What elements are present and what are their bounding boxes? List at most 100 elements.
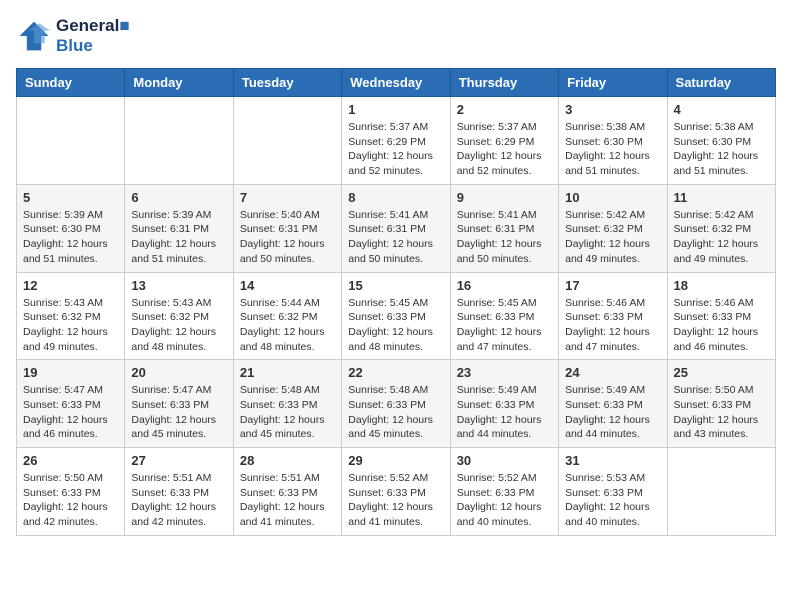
calendar-cell: 16 Sunrise: 5:45 AM Sunset: 6:33 PM Dayli… xyxy=(450,272,558,360)
day-info: Sunrise: 5:46 AM Sunset: 6:33 PM Dayligh… xyxy=(674,296,769,355)
day-info: Sunrise: 5:42 AM Sunset: 6:32 PM Dayligh… xyxy=(565,208,660,267)
page-header: General■ Blue xyxy=(16,16,776,56)
day-number: 22 xyxy=(348,365,443,380)
calendar-cell: 6 Sunrise: 5:39 AM Sunset: 6:31 PM Daylig… xyxy=(125,184,233,272)
day-number: 31 xyxy=(565,453,660,468)
calendar-week-row: 12 Sunrise: 5:43 AM Sunset: 6:32 PM Dayli… xyxy=(17,272,776,360)
day-number: 7 xyxy=(240,190,335,205)
calendar-cell: 4 Sunrise: 5:38 AM Sunset: 6:30 PM Daylig… xyxy=(667,97,775,185)
calendar-cell: 11 Sunrise: 5:42 AM Sunset: 6:32 PM Dayli… xyxy=(667,184,775,272)
day-info: Sunrise: 5:41 AM Sunset: 6:31 PM Dayligh… xyxy=(457,208,552,267)
day-info: Sunrise: 5:47 AM Sunset: 6:33 PM Dayligh… xyxy=(131,383,226,442)
calendar-cell: 26 Sunrise: 5:50 AM Sunset: 6:33 PM Dayli… xyxy=(17,448,125,536)
day-info: Sunrise: 5:37 AM Sunset: 6:29 PM Dayligh… xyxy=(457,120,552,179)
day-info: Sunrise: 5:47 AM Sunset: 6:33 PM Dayligh… xyxy=(23,383,118,442)
calendar-cell: 22 Sunrise: 5:48 AM Sunset: 6:33 PM Dayli… xyxy=(342,360,450,448)
calendar-cell: 21 Sunrise: 5:48 AM Sunset: 6:33 PM Dayli… xyxy=(233,360,341,448)
calendar-table: SundayMondayTuesdayWednesdayThursdayFrid… xyxy=(16,68,776,536)
calendar-cell xyxy=(125,97,233,185)
day-number: 15 xyxy=(348,278,443,293)
day-number: 26 xyxy=(23,453,118,468)
calendar-cell: 17Sunrise: 5:46 AM Sunset: 6:33 PM Dayli… xyxy=(559,272,667,360)
day-info: Sunrise: 5:51 AM Sunset: 6:33 PM Dayligh… xyxy=(131,471,226,530)
calendar-cell: 12Sunrise: 5:43 AM Sunset: 6:32 PM Dayli… xyxy=(17,272,125,360)
day-info: Sunrise: 5:46 AM Sunset: 6:33 PM Dayligh… xyxy=(565,296,660,355)
calendar-header-row: SundayMondayTuesdayWednesdayThursdayFrid… xyxy=(17,69,776,97)
calendar-cell: 5 Sunrise: 5:39 AM Sunset: 6:30 PM Daylig… xyxy=(17,184,125,272)
calendar-cell: 23Sunrise: 5:49 AM Sunset: 6:33 PM Dayli… xyxy=(450,360,558,448)
day-info: Sunrise: 5:38 AM Sunset: 6:30 PM Dayligh… xyxy=(565,120,660,179)
day-number: 19 xyxy=(23,365,118,380)
day-number: 12 xyxy=(23,278,118,293)
calendar-cell: 10 Sunrise: 5:42 AM Sunset: 6:32 PM Dayli… xyxy=(559,184,667,272)
day-info: Sunrise: 5:50 AM Sunset: 6:33 PM Dayligh… xyxy=(674,383,769,442)
logo: General■ Blue xyxy=(16,16,130,56)
day-number: 2 xyxy=(457,102,552,117)
day-number: 6 xyxy=(131,190,226,205)
day-info: Sunrise: 5:39 AM Sunset: 6:31 PM Dayligh… xyxy=(131,208,226,267)
day-number: 13 xyxy=(131,278,226,293)
calendar-cell: 9 Sunrise: 5:41 AM Sunset: 6:31 PM Daylig… xyxy=(450,184,558,272)
day-info: Sunrise: 5:41 AM Sunset: 6:31 PM Dayligh… xyxy=(348,208,443,267)
calendar-cell: 24 Sunrise: 5:49 AM Sunset: 6:33 PM Dayli… xyxy=(559,360,667,448)
day-number: 28 xyxy=(240,453,335,468)
day-number: 18 xyxy=(674,278,769,293)
day-number: 16 xyxy=(457,278,552,293)
day-info: Sunrise: 5:42 AM Sunset: 6:32 PM Dayligh… xyxy=(674,208,769,267)
calendar-cell: 28Sunrise: 5:51 AM Sunset: 6:33 PM Dayli… xyxy=(233,448,341,536)
calendar-cell: 19 Sunrise: 5:47 AM Sunset: 6:33 PM Dayli… xyxy=(17,360,125,448)
column-header-saturday: Saturday xyxy=(667,69,775,97)
calendar-week-row: 1 Sunrise: 5:37 AM Sunset: 6:29 PM Daylig… xyxy=(17,97,776,185)
calendar-cell: 31 Sunrise: 5:53 AM Sunset: 6:33 PM Dayli… xyxy=(559,448,667,536)
calendar-cell: 8 Sunrise: 5:41 AM Sunset: 6:31 PM Daylig… xyxy=(342,184,450,272)
calendar-week-row: 26 Sunrise: 5:50 AM Sunset: 6:33 PM Dayli… xyxy=(17,448,776,536)
day-info: Sunrise: 5:48 AM Sunset: 6:33 PM Dayligh… xyxy=(240,383,335,442)
column-header-thursday: Thursday xyxy=(450,69,558,97)
day-info: Sunrise: 5:39 AM Sunset: 6:30 PM Dayligh… xyxy=(23,208,118,267)
day-info: Sunrise: 5:38 AM Sunset: 6:30 PM Dayligh… xyxy=(674,120,769,179)
calendar-cell: 30 Sunrise: 5:52 AM Sunset: 6:33 PM Dayli… xyxy=(450,448,558,536)
column-header-friday: Friday xyxy=(559,69,667,97)
day-number: 29 xyxy=(348,453,443,468)
logo-text: General■ Blue xyxy=(56,16,130,56)
day-info: Sunrise: 5:50 AM Sunset: 6:33 PM Dayligh… xyxy=(23,471,118,530)
day-info: Sunrise: 5:44 AM Sunset: 6:32 PM Dayligh… xyxy=(240,296,335,355)
day-info: Sunrise: 5:49 AM Sunset: 6:33 PM Dayligh… xyxy=(457,383,552,442)
day-info: Sunrise: 5:52 AM Sunset: 6:33 PM Dayligh… xyxy=(457,471,552,530)
day-number: 10 xyxy=(565,190,660,205)
column-header-tuesday: Tuesday xyxy=(233,69,341,97)
calendar-cell xyxy=(17,97,125,185)
day-number: 30 xyxy=(457,453,552,468)
calendar-cell: 27Sunrise: 5:51 AM Sunset: 6:33 PM Dayli… xyxy=(125,448,233,536)
day-number: 11 xyxy=(674,190,769,205)
calendar-cell: 13 Sunrise: 5:43 AM Sunset: 6:32 PM Dayli… xyxy=(125,272,233,360)
day-info: Sunrise: 5:49 AM Sunset: 6:33 PM Dayligh… xyxy=(565,383,660,442)
calendar-cell: 3 Sunrise: 5:38 AM Sunset: 6:30 PM Daylig… xyxy=(559,97,667,185)
column-header-monday: Monday xyxy=(125,69,233,97)
calendar-cell: 29 Sunrise: 5:52 AM Sunset: 6:33 PM Dayli… xyxy=(342,448,450,536)
column-header-wednesday: Wednesday xyxy=(342,69,450,97)
day-number: 4 xyxy=(674,102,769,117)
calendar-cell: 20Sunrise: 5:47 AM Sunset: 6:33 PM Dayli… xyxy=(125,360,233,448)
day-info: Sunrise: 5:52 AM Sunset: 6:33 PM Dayligh… xyxy=(348,471,443,530)
day-number: 9 xyxy=(457,190,552,205)
day-number: 3 xyxy=(565,102,660,117)
calendar-cell: 25 Sunrise: 5:50 AM Sunset: 6:33 PM Dayli… xyxy=(667,360,775,448)
day-info: Sunrise: 5:48 AM Sunset: 6:33 PM Dayligh… xyxy=(348,383,443,442)
day-number: 25 xyxy=(674,365,769,380)
day-number: 8 xyxy=(348,190,443,205)
calendar-week-row: 19 Sunrise: 5:47 AM Sunset: 6:33 PM Dayli… xyxy=(17,360,776,448)
calendar-cell: 18 Sunrise: 5:46 AM Sunset: 6:33 PM Dayli… xyxy=(667,272,775,360)
calendar-cell xyxy=(667,448,775,536)
day-number: 24 xyxy=(565,365,660,380)
day-number: 1 xyxy=(348,102,443,117)
calendar-week-row: 5 Sunrise: 5:39 AM Sunset: 6:30 PM Daylig… xyxy=(17,184,776,272)
day-info: Sunrise: 5:53 AM Sunset: 6:33 PM Dayligh… xyxy=(565,471,660,530)
day-info: Sunrise: 5:43 AM Sunset: 6:32 PM Dayligh… xyxy=(131,296,226,355)
day-number: 5 xyxy=(23,190,118,205)
day-number: 14 xyxy=(240,278,335,293)
calendar-cell xyxy=(233,97,341,185)
day-number: 21 xyxy=(240,365,335,380)
day-info: Sunrise: 5:45 AM Sunset: 6:33 PM Dayligh… xyxy=(457,296,552,355)
calendar-cell: 15Sunrise: 5:45 AM Sunset: 6:33 PM Dayli… xyxy=(342,272,450,360)
